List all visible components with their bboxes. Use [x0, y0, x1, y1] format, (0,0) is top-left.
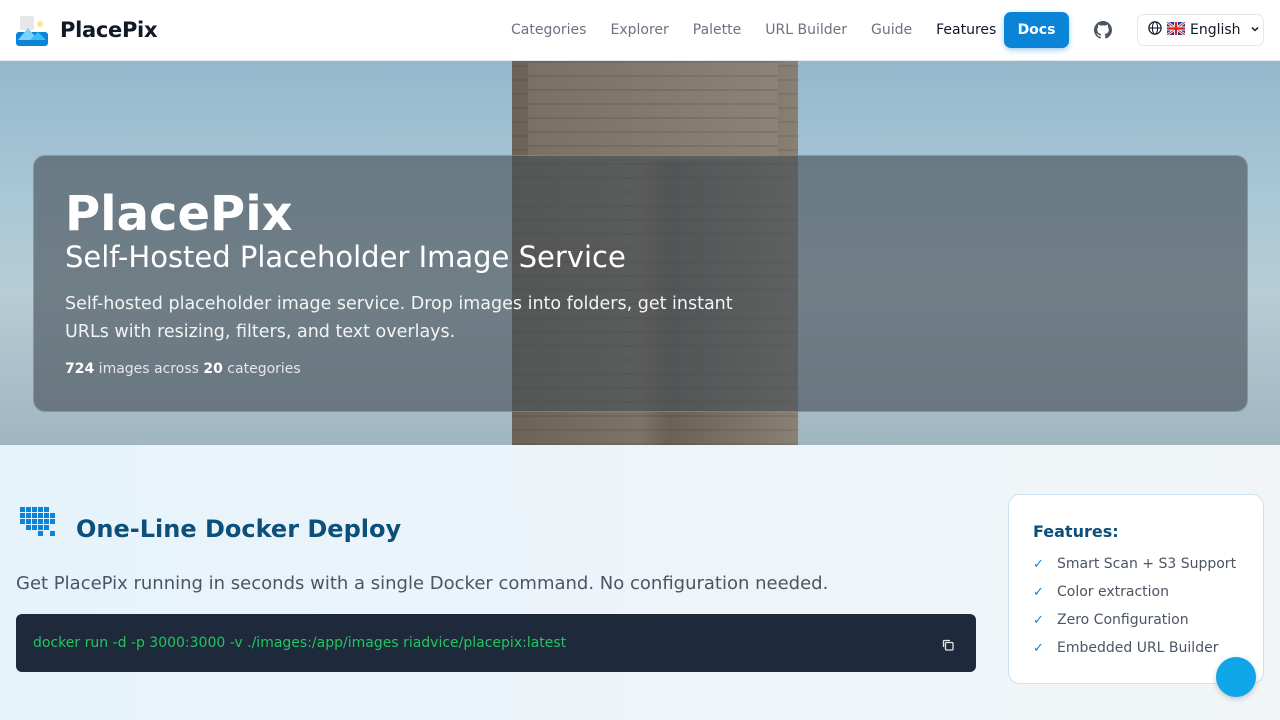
top-navbar: PlacePix Categories Explorer Palette URL… [0, 0, 1280, 61]
docker-section-title: One-Line Docker Deploy [76, 515, 402, 543]
nav-link-features[interactable]: Features [936, 22, 996, 38]
copy-icon[interactable] [942, 638, 954, 651]
docker-grid-icon [18, 505, 56, 539]
image-logo-icon [16, 14, 48, 46]
uk-flag-icon [1166, 20, 1186, 39]
hero-tower-top [528, 61, 778, 161]
feature-item: ✓ Zero Configuration [1033, 612, 1189, 628]
features-title: Features: [1033, 522, 1119, 541]
check-icon: ✓ [1033, 640, 1044, 656]
stats-text-images: images across [94, 361, 204, 377]
image-count: 724 [65, 361, 95, 377]
floating-action-button[interactable] [1216, 657, 1256, 697]
nav-link-guide[interactable]: Guide [871, 22, 912, 38]
feature-label: Zero Configuration [1057, 612, 1189, 628]
stats-text-categories: categories [222, 361, 301, 377]
brand[interactable]: PlacePix [16, 14, 157, 46]
docker-command-box[interactable]: docker run -d -p 3000:3000 -v ./images:/… [16, 614, 976, 672]
feature-item: ✓ Smart Scan + S3 Support [1033, 556, 1236, 572]
docs-button[interactable]: Docs [1004, 12, 1069, 48]
hero-subtitle: Self-Hosted Placeholder Image Service [65, 240, 626, 274]
globe-icon [1148, 21, 1162, 39]
feature-label: Color extraction [1057, 584, 1169, 600]
brand-name: PlacePix [60, 18, 158, 42]
nav-links: Categories Explorer Palette URL Builder … [511, 0, 1020, 60]
hero-stats: 724 images across 20 categories [65, 361, 301, 377]
github-icon[interactable] [1094, 21, 1112, 39]
language-selector[interactable]: English [1137, 14, 1264, 46]
nav-link-palette[interactable]: Palette [693, 22, 742, 38]
check-icon: ✓ [1033, 584, 1044, 600]
feature-item: ✓ Color extraction [1033, 584, 1169, 600]
language-label: English [1190, 22, 1241, 38]
docker-command: docker run -d -p 3000:3000 -v ./images:/… [33, 635, 567, 651]
nav-link-explorer[interactable]: Explorer [610, 22, 668, 38]
docker-section-description: Get PlacePix running in seconds with a s… [16, 573, 829, 594]
feature-label: Smart Scan + S3 Support [1057, 556, 1237, 572]
check-icon: ✓ [1033, 556, 1044, 572]
feature-item: ✓ Embedded URL Builder [1033, 640, 1218, 656]
category-count: 20 [203, 361, 223, 377]
chevron-down-icon [1250, 22, 1260, 38]
hero-title: PlacePix [65, 186, 293, 242]
hero-description: Self-hosted placeholder image service. D… [65, 294, 733, 342]
nav-link-categories[interactable]: Categories [511, 22, 586, 38]
nav-link-url-builder[interactable]: URL Builder [765, 22, 847, 38]
feature-label: Embedded URL Builder [1057, 640, 1219, 656]
check-icon: ✓ [1033, 612, 1044, 628]
